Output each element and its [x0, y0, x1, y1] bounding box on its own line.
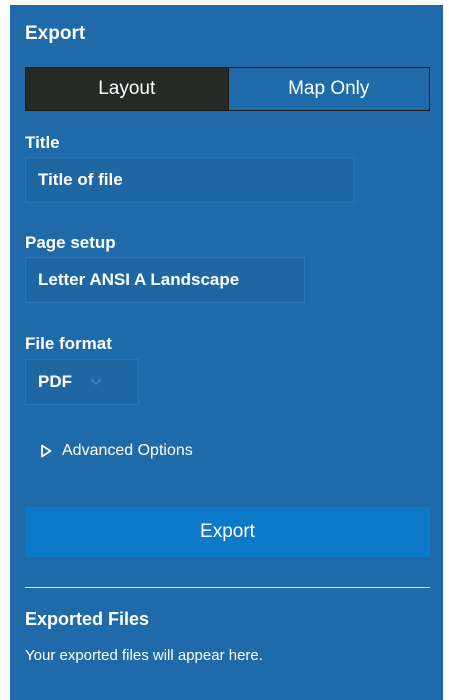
- file-format-select[interactable]: PDF: [25, 359, 139, 405]
- panel-title: Export: [25, 23, 86, 44]
- advanced-options-label: Advanced Options: [62, 442, 193, 459]
- page-setup-label: Page setup: [25, 233, 116, 252]
- file-format-label: File format: [25, 334, 112, 353]
- page-setup-select[interactable]: Letter ANSI A Landscape: [25, 257, 305, 303]
- advanced-options-toggle[interactable]: Advanced Options: [40, 442, 193, 460]
- export-mode-toggle: Layout Map Only: [25, 67, 430, 111]
- page-setup-value: Letter ANSI A Landscape: [38, 270, 240, 289]
- export-button[interactable]: Export: [25, 507, 430, 557]
- caret-right-icon: [41, 444, 52, 458]
- toggle-map-only[interactable]: Map Only: [227, 68, 429, 110]
- chevron-down-icon: [90, 378, 102, 386]
- title-input-value: Title of file: [38, 170, 123, 189]
- title-input[interactable]: Title of file: [25, 157, 355, 203]
- export-panel: Export Layout Map Only Title Title of fi…: [10, 5, 443, 700]
- divider: [25, 587, 430, 588]
- title-label: Title: [25, 133, 60, 152]
- exported-files-empty-message: Your exported files will appear here.: [25, 647, 263, 664]
- toggle-layout[interactable]: Layout: [26, 68, 228, 110]
- exported-files-title: Exported Files: [25, 609, 150, 629]
- file-format-value: PDF: [38, 372, 72, 391]
